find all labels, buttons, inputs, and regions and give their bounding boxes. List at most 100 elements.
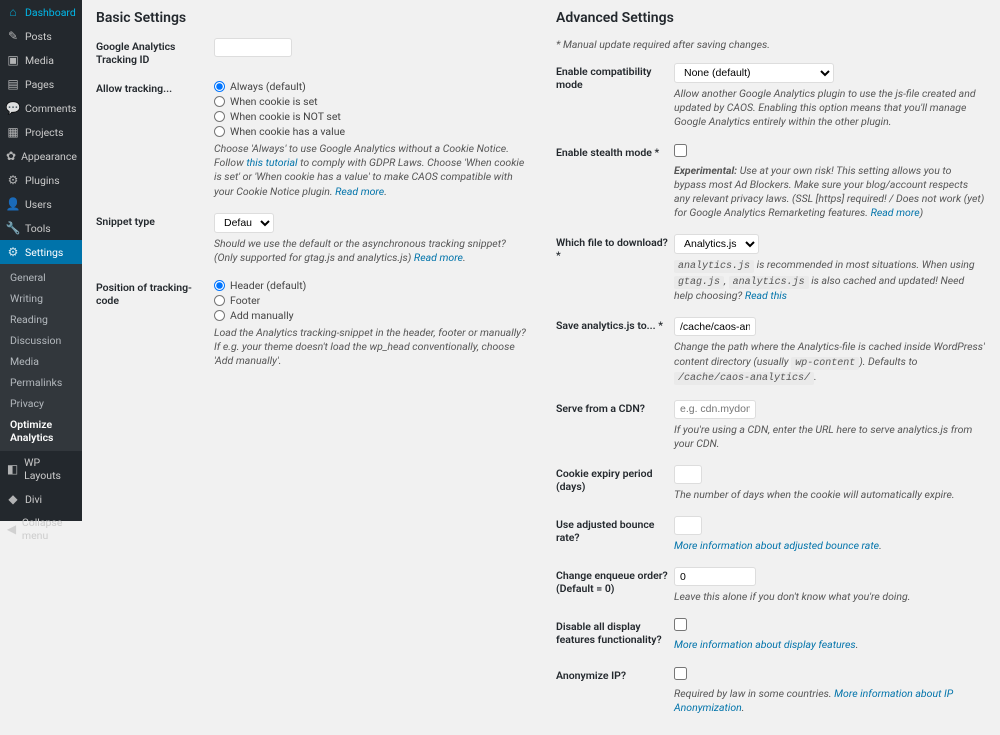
sidebar-item-tools[interactable]: 🔧Tools xyxy=(0,216,82,240)
sidebar-item-label: Comments xyxy=(25,102,76,115)
tracking-radio-1[interactable] xyxy=(214,96,225,107)
file-select[interactable]: Analytics.js (default) xyxy=(674,234,759,254)
cookie-label: Cookie expiry period (days) xyxy=(556,465,674,502)
wp-layouts-icon: ◧ xyxy=(6,462,19,476)
sidebar-item-settings[interactable]: ⚙ Settings xyxy=(0,240,82,264)
sidebar-item-label: Plugins xyxy=(25,174,60,187)
position-radio-0[interactable] xyxy=(214,280,225,291)
manual-update-note: * Manual update required after saving ch… xyxy=(556,38,986,51)
plugins-icon: ⚙ xyxy=(6,173,20,187)
sidebar-item-label: Appearance xyxy=(21,150,77,163)
allow-tracking-desc: Choose 'Always' to use Google Analytics … xyxy=(214,142,526,199)
stealth-checkbox[interactable] xyxy=(674,144,687,157)
tracking-id-input[interactable] xyxy=(214,38,292,57)
sidebar-item-label: Media xyxy=(25,54,54,67)
sidebar-item-label: Tools xyxy=(25,222,51,235)
enqueue-input[interactable] xyxy=(674,567,756,586)
sidebar-item-posts[interactable]: ✎Posts xyxy=(0,24,82,48)
submenu-general[interactable]: General xyxy=(0,267,82,288)
tracking-radio-2[interactable] xyxy=(214,111,225,122)
tracking-option-label: When cookie has a value xyxy=(230,125,345,138)
admin-sidebar: ⌂Dashboard✎Posts ▣ Media ▤ Pages 💬Comments ▦ Pr… xyxy=(0,0,82,521)
save-path-label: Save analytics.js to... * xyxy=(556,317,674,385)
submenu-writing[interactable]: Writing xyxy=(0,288,82,309)
appearance-icon: ✿ xyxy=(6,149,16,163)
sidebar-item-divi[interactable]: ◆Divi xyxy=(0,487,82,511)
sidebar-item-label: Settings xyxy=(25,246,63,259)
stealth-desc: Experimental: Use at your own risk! This… xyxy=(674,164,986,221)
divi-icon: ◆ xyxy=(6,492,20,506)
display-info-link[interactable]: More information about display features xyxy=(674,638,856,651)
anon-checkbox[interactable] xyxy=(674,667,687,680)
cdn-input[interactable] xyxy=(674,400,756,419)
tracking-option-label: Always (default) xyxy=(230,80,306,93)
read-more-link[interactable]: Read more xyxy=(335,185,384,198)
media-icon: ▣ xyxy=(6,53,20,67)
enqueue-desc: Leave this alone if you don't know what … xyxy=(674,590,986,604)
file-label: Which file to download? * xyxy=(556,234,674,303)
bounce-info-link[interactable]: More information about adjusted bounce r… xyxy=(674,539,879,552)
position-option-label: Add manually xyxy=(230,309,294,322)
sidebar-item-comments[interactable]: 💬Comments xyxy=(0,96,82,120)
tracking-id-label: Google Analytics Tracking ID xyxy=(96,38,214,66)
position-label: Position of tracking-code xyxy=(96,279,214,369)
compat-desc: Allow another Google Analytics plugin to… xyxy=(674,87,986,130)
compat-label: Enable compatibility mode xyxy=(556,63,674,130)
enqueue-label: Change enqueue order? (Default = 0) xyxy=(556,567,674,604)
sidebar-item-appearance[interactable]: ✿ Appearance xyxy=(0,144,82,168)
pages-icon: ▤ xyxy=(6,77,20,91)
submenu-media[interactable]: Media xyxy=(0,351,82,372)
submenu-reading[interactable]: Reading xyxy=(0,309,82,330)
save-path-desc: Change the path where the Analytics-file… xyxy=(674,340,986,385)
position-radio-1[interactable] xyxy=(214,295,225,306)
snippet-desc: Should we use the default or the asynchr… xyxy=(214,237,526,265)
read-more-link[interactable]: Read more xyxy=(414,251,463,264)
position-radio-2[interactable] xyxy=(214,310,225,321)
projects-icon: ▦ xyxy=(6,125,20,139)
sidebar-item-media[interactable]: ▣ Media xyxy=(0,48,82,72)
compat-select[interactable]: None (default) xyxy=(674,63,834,83)
submenu-permalinks[interactable]: Permalinks xyxy=(0,372,82,393)
sidebar-item-wp-layouts[interactable]: ◧WP Layouts xyxy=(0,451,82,487)
tutorial-link[interactable]: this tutorial xyxy=(246,156,297,169)
sidebar-item-dashboard[interactable]: ⌂Dashboard xyxy=(0,0,82,24)
tracking-option-label: When cookie is set xyxy=(230,95,318,108)
snippet-type-select[interactable]: Default xyxy=(214,213,274,233)
read-more-link[interactable]: Read more xyxy=(871,206,920,219)
dashboard-icon: ⌂ xyxy=(6,5,20,19)
sidebar-item-plugins[interactable]: ⚙ Plugins xyxy=(0,168,82,192)
bounce-desc: More information about adjusted bounce r… xyxy=(674,539,986,553)
position-option-label: Header (default) xyxy=(230,279,306,292)
sidebar-item-label: Pages xyxy=(25,78,54,91)
save-path-input[interactable] xyxy=(674,317,756,336)
sidebar-item-users[interactable]: 👤Users xyxy=(0,192,82,216)
settings-icon: ⚙ xyxy=(6,245,20,259)
read-this-link[interactable]: Read this xyxy=(745,289,787,302)
cdn-label: Serve from a CDN? xyxy=(556,400,674,451)
position-desc: Load the Analytics tracking-snippet in t… xyxy=(214,326,526,369)
sidebar-item-pages[interactable]: ▤ Pages xyxy=(0,72,82,96)
submenu-optimize-analytics[interactable]: Optimize Analytics xyxy=(0,414,82,448)
sidebar-item-projects[interactable]: ▦ Projects xyxy=(0,120,82,144)
file-desc: analytics.js is recommended in most situ… xyxy=(674,258,986,303)
sidebar-item-label: Users xyxy=(25,198,52,211)
submenu-discussion[interactable]: Discussion xyxy=(0,330,82,351)
anon-desc: Required by law in some countries. More … xyxy=(674,687,986,715)
sidebar-item-label: Projects xyxy=(25,126,64,139)
display-checkbox[interactable] xyxy=(674,618,687,631)
display-label: Disable all display features functionali… xyxy=(556,618,674,652)
bounce-label: Use adjusted bounce rate? xyxy=(556,516,674,553)
allow-tracking-label: Allow tracking... xyxy=(96,80,214,199)
tracking-option-label: When cookie is NOT set xyxy=(230,110,341,123)
main-content: Basic Settings Google Analytics Tracking… xyxy=(82,0,1000,735)
cookie-days-input[interactable] xyxy=(674,465,702,484)
cdn-desc: If you're using a CDN, enter the URL her… xyxy=(674,423,986,451)
tracking-radio-0[interactable] xyxy=(214,81,225,92)
advanced-settings-column: Advanced Settings * Manual update requir… xyxy=(556,10,986,729)
sidebar-item-label: Posts xyxy=(25,30,52,43)
cookie-desc: The number of days when the cookie will … xyxy=(674,488,986,502)
bounce-input[interactable] xyxy=(674,516,702,535)
submenu-privacy[interactable]: Privacy xyxy=(0,393,82,414)
position-option-label: Footer xyxy=(230,294,260,307)
tracking-radio-3[interactable] xyxy=(214,126,225,137)
